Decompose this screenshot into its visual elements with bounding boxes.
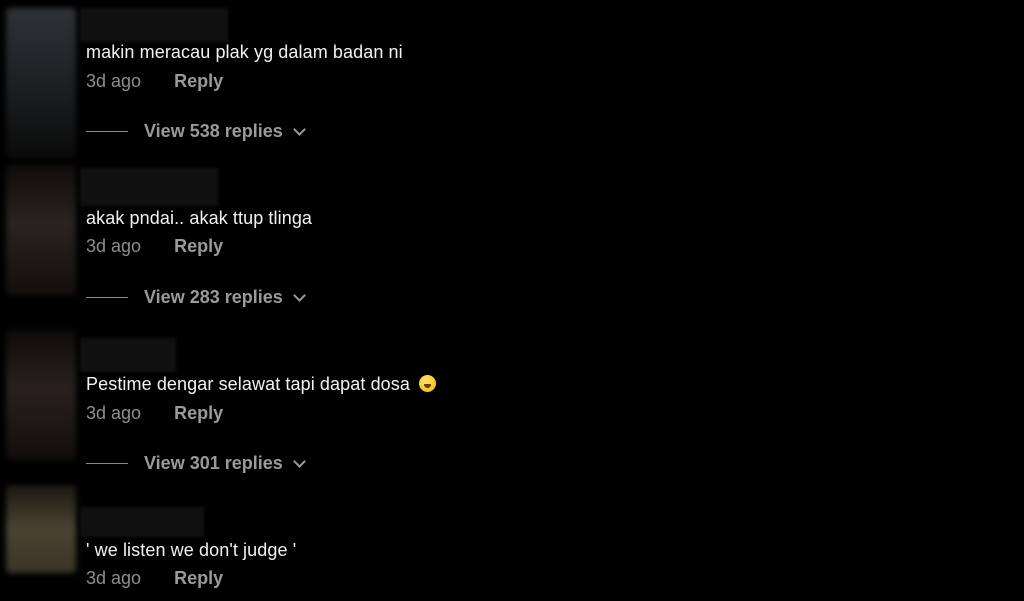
comment-text: ' we listen we don't judge ' <box>86 540 297 560</box>
timestamp: 3d ago <box>86 236 142 256</box>
view-replies-button[interactable]: View 538 replies <box>86 121 306 142</box>
username-redacted[interactable] <box>80 507 204 537</box>
comment-meta: 3d ago Reply <box>86 71 223 92</box>
avatar[interactable] <box>6 8 76 158</box>
timestamp: 3d ago <box>86 568 142 588</box>
timestamp: 3d ago <box>86 403 142 423</box>
loudly-crying-face-emoji-icon <box>419 375 437 392</box>
chevron-down-icon <box>292 454 306 468</box>
reply-button[interactable]: Reply <box>174 71 223 91</box>
username-redacted[interactable] <box>80 8 228 42</box>
comment-meta: 3d ago Reply <box>86 568 223 589</box>
view-replies-button[interactable]: View 301 replies <box>86 453 306 474</box>
avatar[interactable] <box>6 330 76 460</box>
divider-line <box>86 131 128 132</box>
reply-button[interactable]: Reply <box>174 236 223 256</box>
comment-meta: 3d ago Reply <box>86 403 223 424</box>
view-replies-label: View 283 replies <box>144 287 283 307</box>
reply-button[interactable]: Reply <box>174 403 223 423</box>
view-replies-label: View 301 replies <box>144 453 283 473</box>
avatar[interactable] <box>6 485 76 573</box>
username-redacted[interactable] <box>80 338 176 372</box>
timestamp: 3d ago <box>86 71 142 91</box>
divider-line <box>86 297 128 298</box>
comment-text-body: Pestime dengar selawat tapi dapat dosa <box>86 374 411 394</box>
reply-button[interactable]: Reply <box>174 568 223 588</box>
view-replies-button[interactable]: View 283 replies <box>86 287 306 308</box>
chevron-down-icon <box>292 288 306 302</box>
username-redacted[interactable] <box>80 168 218 206</box>
chevron-down-icon <box>292 122 306 136</box>
avatar[interactable] <box>6 165 76 295</box>
comment-text: makin meracau plak yg dalam badan ni <box>86 42 403 62</box>
view-replies-label: View 538 replies <box>144 121 283 141</box>
divider-line <box>86 463 128 464</box>
comment-text: akak pndai.. akak ttup tlinga <box>86 208 313 228</box>
comment-meta: 3d ago Reply <box>86 236 223 257</box>
comment-text: Pestime dengar selawat tapi dapat dosa <box>86 374 437 395</box>
